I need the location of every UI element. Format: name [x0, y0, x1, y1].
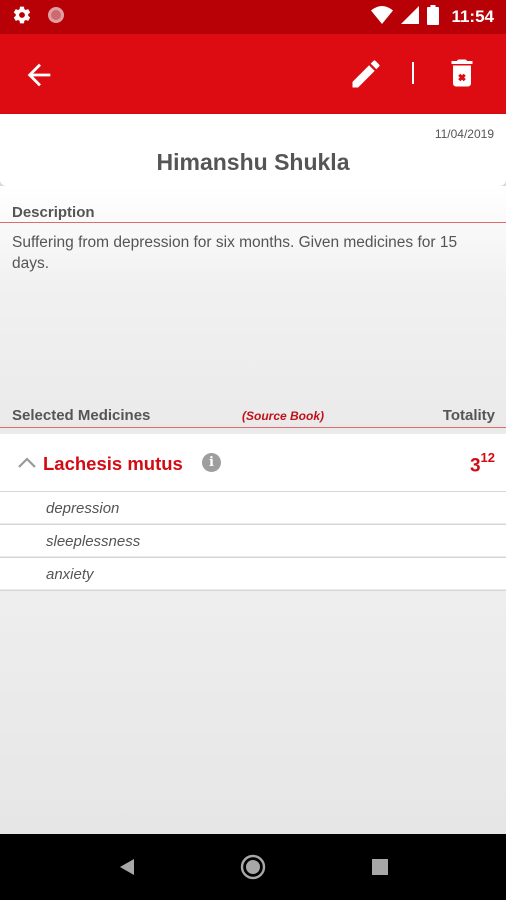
- back-button[interactable]: [22, 58, 56, 92]
- totality-superscript: 12: [480, 450, 495, 465]
- visit-date: 11/04/2019: [434, 127, 494, 141]
- nav-back-icon[interactable]: [116, 856, 138, 878]
- totality-value: 312: [469, 450, 495, 477]
- totality-label: Totality: [442, 407, 495, 424]
- signal-icon: [401, 5, 420, 29]
- medicine-name: Lachesis mutus: [43, 453, 183, 474]
- empty-area: [0, 590, 506, 834]
- selected-medicines-label: Selected Medicines: [12, 407, 151, 424]
- symptom-text: sleeplessness: [46, 533, 141, 550]
- trash-icon: [444, 59, 480, 96]
- status-time: 11:54: [451, 7, 494, 26]
- description-divider: [0, 222, 506, 223]
- patient-header-card: 11/04/2019 Himanshu Shukla: [0, 114, 506, 186]
- symptom-row: sleeplessness: [0, 524, 506, 556]
- toolbar-divider: [412, 62, 414, 84]
- nav-recents-icon[interactable]: [372, 859, 388, 875]
- app-bar: [0, 34, 506, 114]
- wifi-icon: [371, 5, 394, 29]
- symptom-text: anxiety: [46, 566, 94, 583]
- totality-base: 3: [469, 455, 481, 477]
- chevron-up-icon[interactable]: [16, 454, 38, 470]
- arrow-left-icon: [22, 63, 56, 96]
- medicines-divider: [0, 427, 506, 428]
- settings-icon: [12, 5, 32, 30]
- pencil-icon: [348, 60, 384, 96]
- description-section: Description Suffering from depression fo…: [0, 186, 506, 430]
- description-label: Description: [12, 204, 95, 221]
- symptom-row: depression: [0, 491, 506, 523]
- system-nav-bar: [0, 834, 506, 900]
- battery-icon: [427, 4, 440, 30]
- source-book-label: (Source Book): [242, 409, 325, 423]
- description-text: Suffering from depression for six months…: [12, 234, 458, 272]
- patient-name: Himanshu Shukla: [156, 149, 350, 175]
- delete-button[interactable]: [444, 54, 480, 92]
- nav-home-icon[interactable]: [240, 854, 266, 880]
- symptom-row: anxiety: [0, 557, 506, 589]
- medicine-row[interactable]: Lachesis mutus i 312: [0, 434, 506, 491]
- status-bar: 11:54: [0, 0, 506, 34]
- notification-dot-icon: [46, 5, 66, 30]
- symptom-text: depression: [46, 500, 120, 517]
- info-icon[interactable]: i: [202, 453, 221, 472]
- edit-button[interactable]: [348, 56, 384, 92]
